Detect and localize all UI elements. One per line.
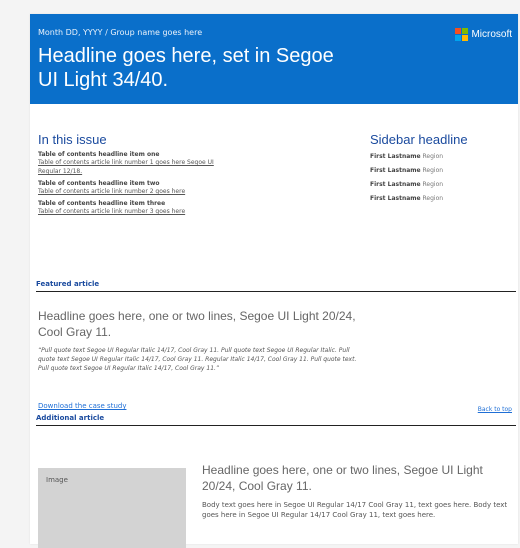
- person-name: First Lastname: [370, 153, 421, 160]
- pull-quote: “Pull quote text Segoe UI Regular Italic…: [38, 347, 357, 372]
- toc-item: Table of contents headline item one Tabl…: [38, 151, 338, 176]
- toc-title: In this issue: [38, 132, 107, 147]
- sidebar-title: Sidebar headline: [370, 132, 468, 147]
- toc-item-link[interactable]: Table of contents article link number 2 …: [38, 187, 338, 196]
- image-placeholder: Image: [38, 468, 186, 548]
- additional-body-text: Body text goes here in Segoe UI Regular …: [202, 501, 508, 519]
- toc-item-heading: Table of contents headline item one: [38, 151, 160, 158]
- microsoft-logo: Microsoft: [455, 28, 512, 41]
- toc-item: Table of contents headline item two Tabl…: [38, 180, 338, 196]
- header-banner: Month DD, YYYY / Group name goes here He…: [30, 14, 518, 104]
- sidebar: Sidebar headline First Lastname Region F…: [370, 132, 510, 209]
- additional-section-label: Additional article: [36, 414, 516, 426]
- sidebar-person: First Lastname Region: [370, 167, 510, 174]
- download-case-study-link[interactable]: Download the case study: [38, 402, 126, 410]
- toc-item: Table of contents headline item three Ta…: [38, 200, 338, 216]
- toc-item-link[interactable]: Table of contents article link number 1 …: [38, 158, 228, 176]
- toc-item-link[interactable]: Table of contents article link number 3 …: [38, 207, 338, 216]
- sidebar-person: First Lastname Region: [370, 181, 510, 188]
- microsoft-logo-icon: [455, 28, 469, 41]
- person-region: Region: [422, 153, 444, 160]
- sidebar-person: First Lastname Region: [370, 153, 510, 160]
- person-region: Region: [422, 167, 444, 174]
- newsletter-page: Month DD, YYYY / Group name goes here He…: [30, 14, 518, 548]
- featured-headline: Headline goes here, one or two lines, Se…: [38, 309, 356, 339]
- additional-headline: Headline goes here, one or two lines, Se…: [202, 463, 483, 493]
- toc-item-heading: Table of contents headline item three: [38, 200, 166, 207]
- table-of-contents: In this issue Table of contents headline…: [38, 132, 338, 216]
- image-label: Image: [46, 476, 68, 484]
- dateline: Month DD, YYYY / Group name goes here: [38, 28, 203, 37]
- logo-wordmark: Microsoft: [471, 29, 512, 40]
- person-name: First Lastname: [370, 167, 421, 174]
- person-name: First Lastname: [370, 195, 421, 202]
- featured-section-label: Featured article: [36, 280, 516, 292]
- person-region: Region: [422, 181, 444, 188]
- back-to-top-link[interactable]: Back to top: [478, 406, 512, 413]
- toc-item-heading: Table of contents headline item two: [38, 180, 160, 187]
- person-region: Region: [422, 195, 444, 202]
- sidebar-person: First Lastname Region: [370, 195, 510, 202]
- page-headline: Headline goes here, set in Segoe UI Ligh…: [38, 45, 334, 91]
- person-name: First Lastname: [370, 181, 421, 188]
